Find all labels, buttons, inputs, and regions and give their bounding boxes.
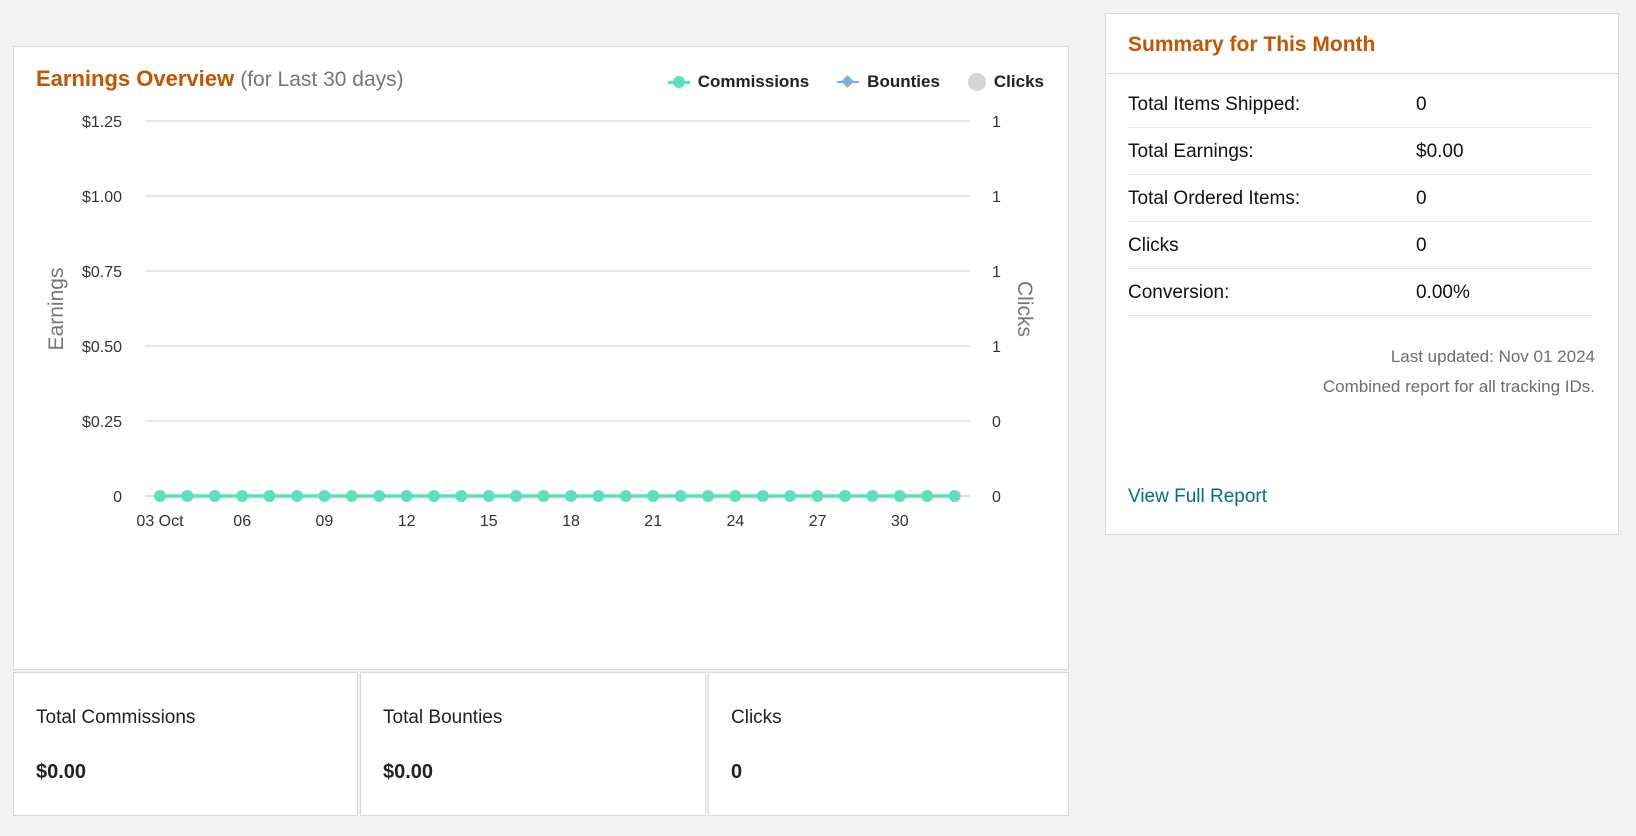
earnings-overview-panel: Earnings Overview (for Last 30 days) Com…: [13, 46, 1069, 670]
commissions-point: [592, 490, 605, 502]
commissions-point: [428, 490, 440, 502]
commissions-point: [619, 490, 632, 502]
view-full-report-link[interactable]: View Full Report: [1128, 486, 1267, 508]
commissions-point: [784, 490, 797, 502]
y-tick-label: $1.00: [82, 189, 122, 206]
x-tick-label: 18: [562, 513, 580, 530]
total-bounties-card: Total Bounties $0.00: [360, 672, 706, 816]
summary-value: 0: [1416, 188, 1427, 209]
summary-header: Summary for This Month: [1106, 14, 1618, 74]
commissions-point: [291, 490, 303, 502]
summary-value: 0: [1416, 94, 1427, 115]
stat-label: Clicks: [731, 707, 782, 728]
summary-row-conversion: Conversion: 0.00%: [1128, 269, 1593, 316]
y-tick-label: $0.25: [82, 414, 122, 431]
stat-label: Total Bounties: [383, 707, 503, 728]
y2-tick-label: 1: [992, 189, 1001, 206]
y-tick-label: 0: [113, 489, 122, 506]
commissions-point: [236, 490, 249, 502]
monthly-summary-panel: Summary for This Month Total Items Shipp…: [1105, 13, 1619, 535]
y2-tick-label: 1: [992, 264, 1001, 281]
y2-tick-label: 1: [992, 339, 1001, 356]
y2-tick-label: 1: [992, 114, 1001, 131]
commissions-point: [154, 490, 166, 502]
commissions-point: [647, 490, 660, 502]
commissions-point: [482, 490, 495, 502]
summary-row-items-shipped: Total Items Shipped: 0: [1128, 81, 1593, 128]
y-tick-label: $0.50: [82, 339, 122, 356]
stat-value: $0.00: [36, 761, 87, 783]
commissions-point: [373, 490, 386, 502]
commissions-point: [208, 490, 221, 502]
y2-axis-title: Clicks: [1013, 281, 1036, 337]
y-tick-label: $1.25: [82, 114, 122, 131]
y2-tick-label: 0: [992, 414, 1001, 431]
summary-row-ordered-items: Total Ordered Items: 0: [1128, 175, 1593, 222]
commissions-point: [893, 490, 906, 502]
clicks-card: Clicks 0: [708, 672, 1069, 816]
x-tick-label: 03 Oct: [136, 513, 184, 530]
y-tick-label: $0.75: [82, 264, 122, 281]
x-tick-label: 21: [644, 513, 662, 530]
commissions-point: [702, 490, 714, 502]
summary-row-total-earnings: Total Earnings: $0.00: [1128, 128, 1593, 175]
summary-label: Total Earnings:: [1128, 141, 1254, 162]
commissions-point: [866, 490, 879, 502]
combined-report-note: Combined report for all tracking IDs.: [1322, 377, 1595, 396]
summary-value: $0.00: [1416, 141, 1464, 162]
y-axis-title: Earnings: [45, 268, 68, 351]
commissions-point: [948, 490, 961, 502]
summary-label: Conversion:: [1128, 282, 1230, 303]
summary-label: Total Ordered Items:: [1128, 188, 1301, 209]
x-tick-label: 09: [316, 513, 334, 530]
stat-value: $0.00: [383, 761, 434, 783]
x-tick-label: 30: [891, 513, 909, 530]
commissions-point: [921, 490, 934, 502]
commissions-point: [537, 490, 550, 502]
x-tick-label: 27: [809, 513, 827, 530]
commissions-point: [674, 490, 687, 502]
commissions-point: [729, 490, 742, 502]
total-commissions-card: Total Commissions $0.00: [13, 672, 358, 816]
last-updated-text: Last updated: Nov 01 2024: [1390, 347, 1595, 366]
summary-label: Total Items Shipped:: [1128, 94, 1301, 115]
commissions-point: [455, 490, 468, 502]
summary-row-clicks: Clicks 0: [1128, 222, 1593, 269]
x-tick-label: 12: [398, 513, 416, 530]
summary-value: 0.00%: [1416, 282, 1470, 303]
x-tick-label: 24: [727, 513, 745, 530]
totals-row: Total Commissions $0.00 Total Bounties $…: [13, 672, 1069, 816]
commissions-point: [811, 490, 824, 502]
x-tick-label: 06: [233, 513, 251, 530]
commissions-point: [263, 490, 276, 502]
commissions-point: [756, 490, 769, 502]
summary-value: 0: [1416, 235, 1427, 256]
y2-tick-label: 0: [992, 489, 1001, 506]
stat-label: Total Commissions: [36, 707, 196, 728]
commissions-point: [400, 490, 413, 502]
earnings-chart: 0 0 $0.25 0 $0.50 1 $0.75 1 $1.00 1 $1.25 1 Earnings…: [45, 114, 1036, 530]
summary-title: Summary for This Month: [1128, 33, 1376, 56]
commissions-point: [345, 490, 358, 502]
commissions-point: [565, 490, 577, 502]
commissions-point: [318, 490, 331, 502]
commissions-point: [839, 490, 851, 502]
commissions-point: [181, 490, 194, 502]
summary-label: Clicks: [1128, 235, 1179, 256]
commissions-point: [510, 490, 523, 502]
stat-value: 0: [731, 761, 743, 783]
x-tick-label: 15: [480, 513, 498, 530]
